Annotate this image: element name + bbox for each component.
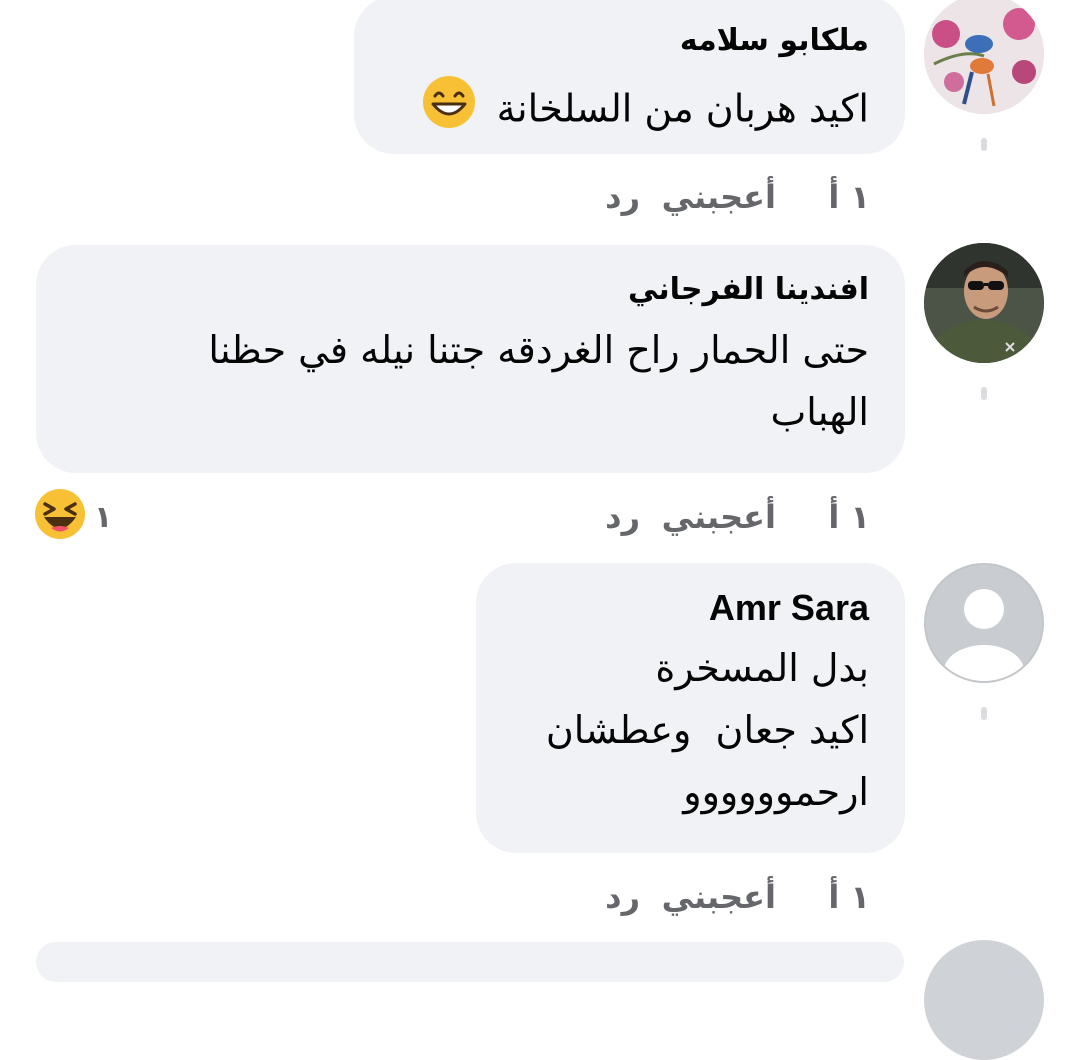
comment-time[interactable]: ١ أ: [828, 498, 870, 536]
comment-time[interactable]: ١ أ: [828, 178, 870, 216]
laughing-emoji-icon[interactable]: [34, 488, 86, 544]
avatar[interactable]: [924, 0, 1044, 114]
comment-author[interactable]: ملكابو سلامه: [390, 20, 869, 62]
default-profile-icon: [926, 565, 1042, 681]
reply-button[interactable]: رد: [605, 878, 640, 916]
comment-author[interactable]: Amr Sara: [512, 587, 869, 629]
comment-text-line: ارحموووووو: [683, 770, 869, 814]
comment-actions: ١ أ أعجبني رد: [540, 878, 880, 928]
comment-text-line: اكيد جعان وعطشان: [545, 708, 869, 752]
thread-line: [981, 138, 987, 151]
comment-text-line: حتى الحمار راح الغردقه جتنا نيله في حظنا: [208, 328, 869, 372]
comment-text: اكيد هربان من السلخانة: [390, 74, 869, 148]
comment-time[interactable]: ١ أ: [828, 878, 870, 916]
comment-text-line: بدل المسخرة: [655, 646, 869, 690]
smiling-emoji-icon: [421, 74, 477, 148]
like-button[interactable]: أعجبني: [662, 178, 776, 216]
comment-actions: ١ أ أعجبني رد: [540, 178, 880, 228]
profile-photo-man-sunglasses: [924, 243, 1044, 363]
thread-line: [981, 387, 987, 400]
comment-bubble-partial[interactable]: [36, 942, 904, 982]
avatar[interactable]: [924, 243, 1044, 363]
reaction-count[interactable]: ١: [94, 500, 112, 535]
comment-bubble[interactable]: ملكابو سلامه اكيد هربان من السلخانة: [354, 0, 905, 154]
comment-text-line: الهباب: [770, 390, 869, 434]
comment-bubble[interactable]: افندينا الفرجاني حتى الحمار راح الغردقه …: [36, 245, 905, 473]
avatar-partial[interactable]: [924, 940, 1044, 1060]
like-button[interactable]: أعجبني: [662, 878, 776, 916]
comment-bubble[interactable]: Amr Sara بدل المسخرة اكيد جعان وعطشان ار…: [476, 563, 905, 853]
profile-photo-birds-flowers: [924, 0, 1044, 114]
thread-line: [981, 707, 987, 720]
reply-button[interactable]: رد: [605, 498, 640, 536]
reply-button[interactable]: رد: [605, 178, 640, 216]
avatar[interactable]: [924, 563, 1044, 683]
like-button[interactable]: أعجبني: [662, 498, 776, 536]
comment-text-line: اكيد هربان من السلخانة: [496, 86, 869, 131]
comment-actions: ١ أ أعجبني رد: [540, 498, 880, 548]
comment-author[interactable]: افندينا الفرجاني: [72, 269, 869, 311]
